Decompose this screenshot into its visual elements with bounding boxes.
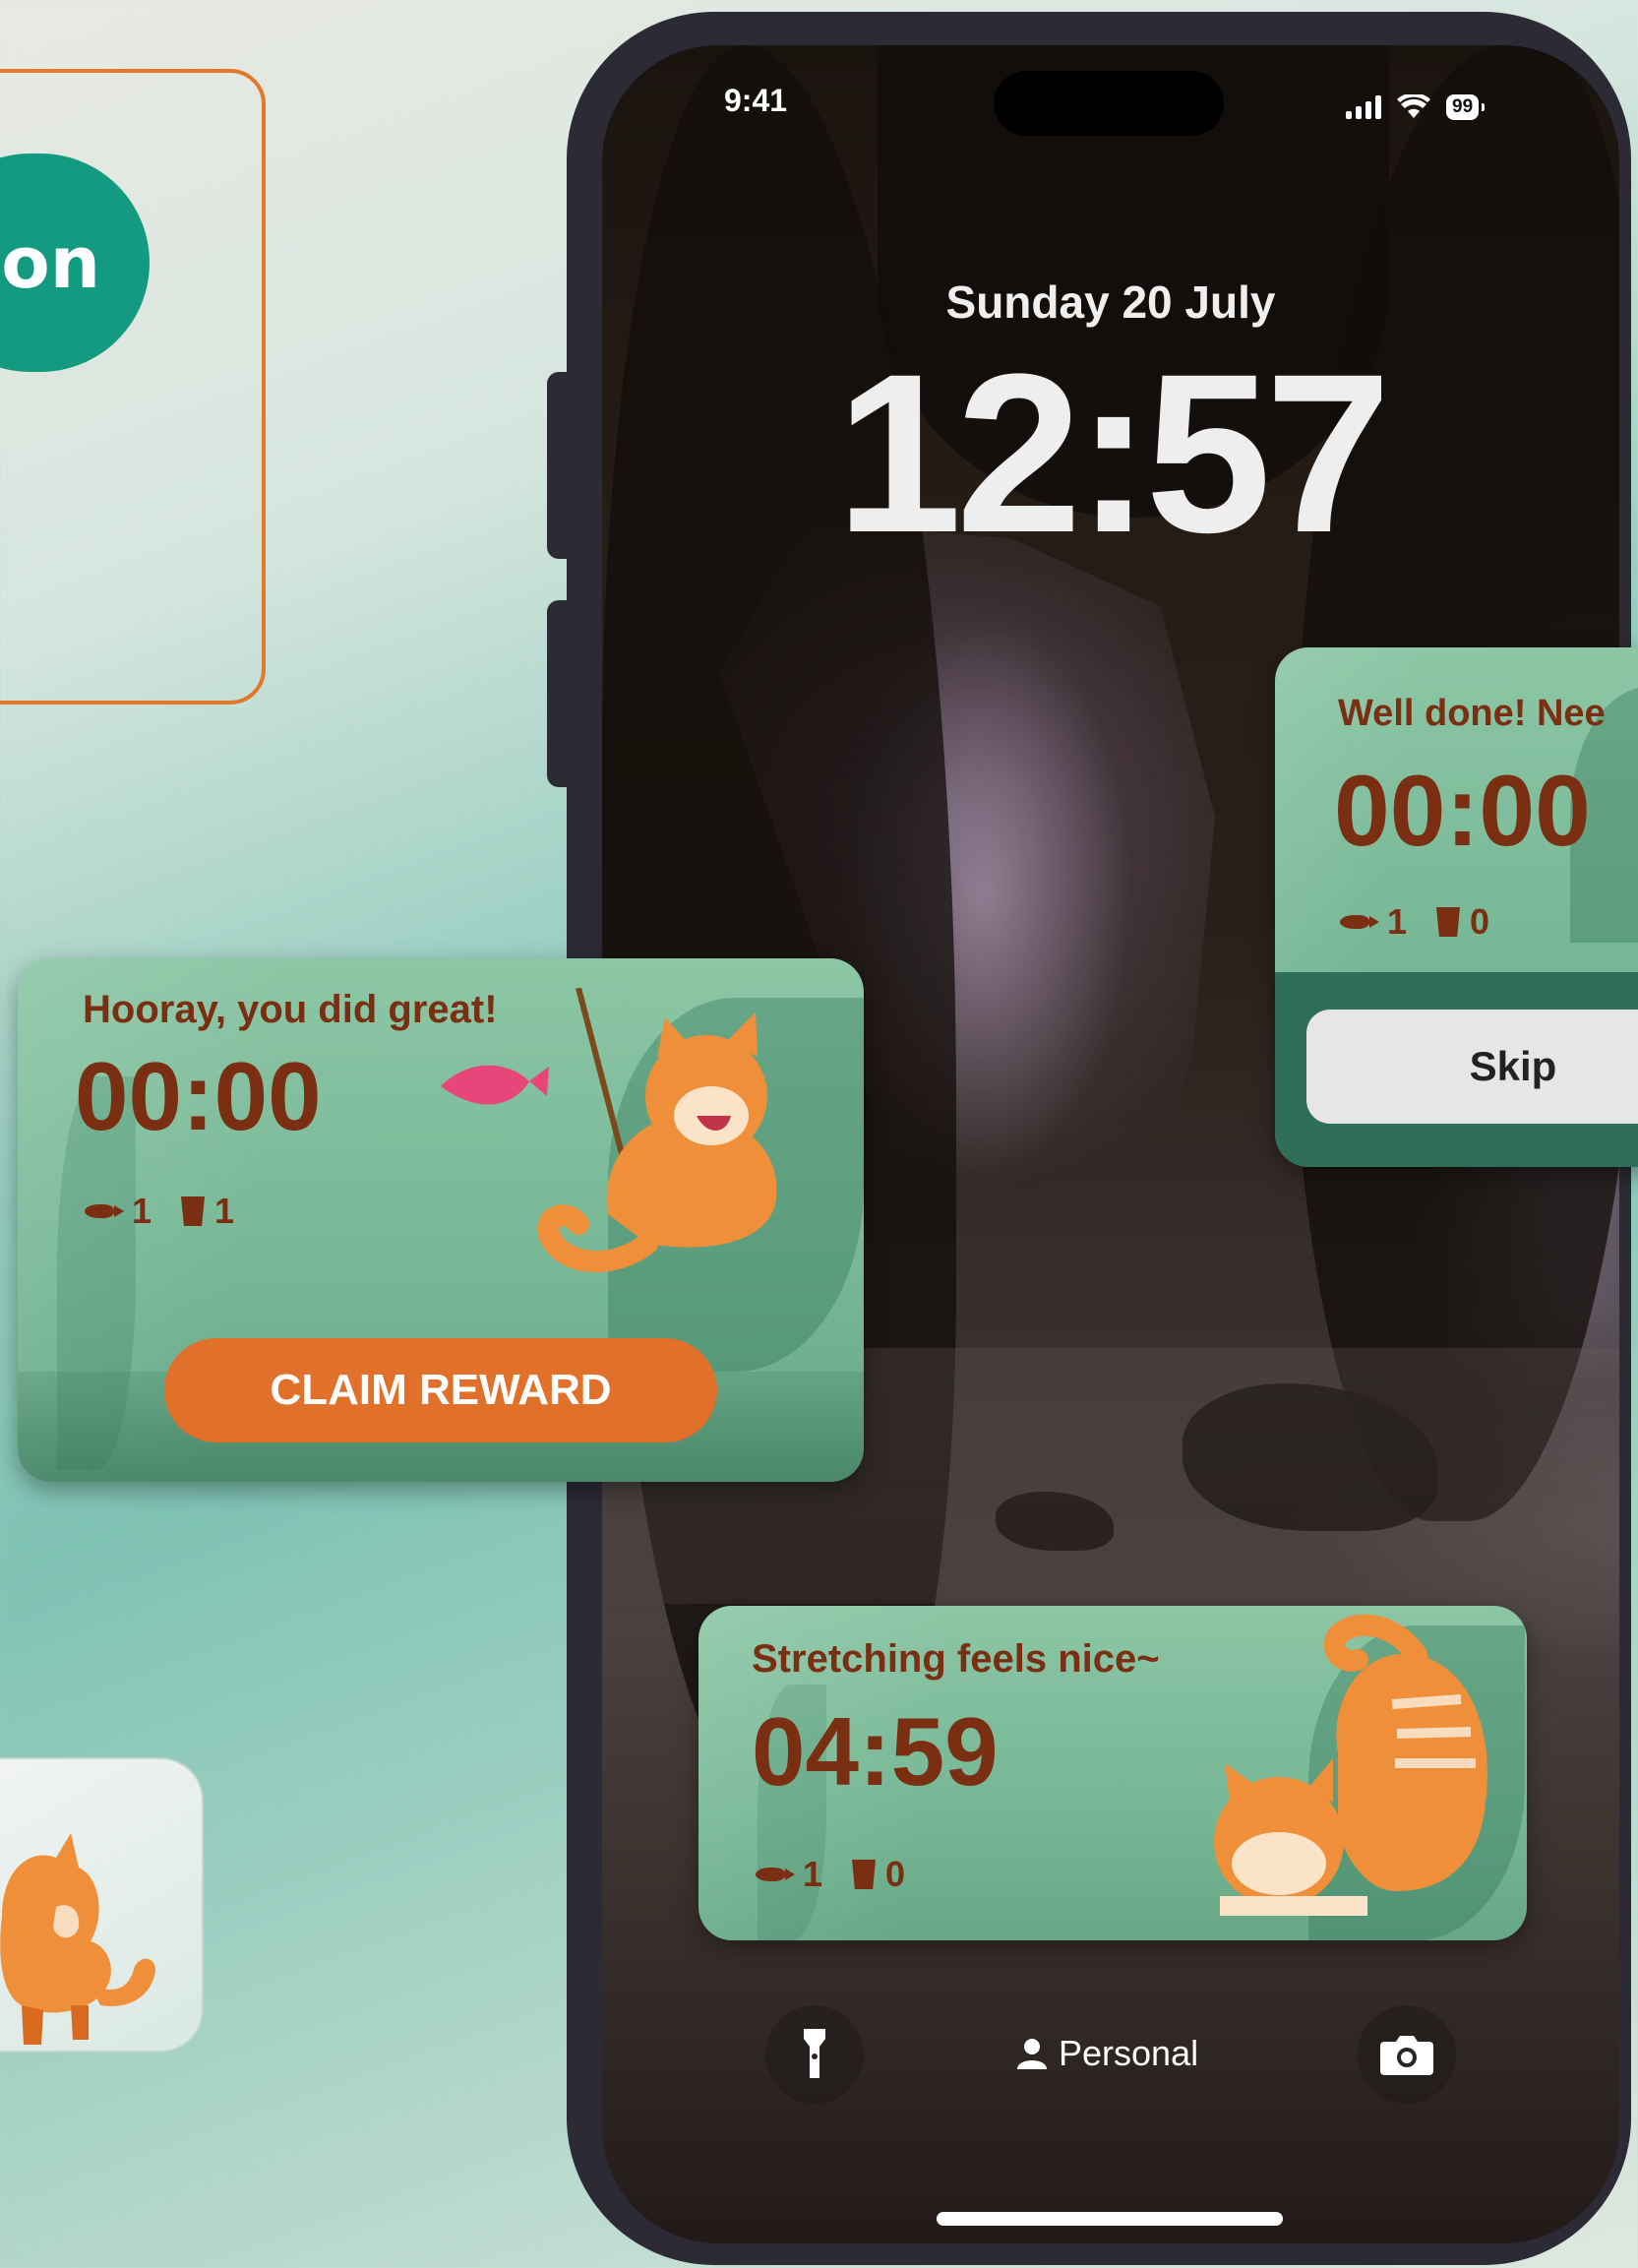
focus-mode-selector[interactable]: Personal (1017, 2033, 1198, 2074)
widget-timer: 00:00 (1334, 755, 1591, 867)
flashlight-icon (804, 2029, 825, 2078)
cup-count: 0 (1470, 901, 1490, 942)
cup-count: 1 (214, 1191, 235, 1231)
lock-clock: 12:57 (835, 327, 1391, 580)
claim-reward-button[interactable]: CLAIM REWARD (164, 1338, 717, 1442)
person-icon (1017, 2039, 1047, 2069)
cup-icon (1436, 907, 1461, 937)
status-icons: 99 (1346, 94, 1486, 120)
widget-stats: 1 1 (85, 1191, 234, 1232)
status-time: 9:41 (724, 83, 788, 118)
widget-timer: 04:59 (752, 1697, 999, 1806)
widget-stats: 1 0 (1340, 901, 1489, 943)
camera-button[interactable] (1358, 2005, 1456, 2104)
widget-well-done[interactable]: Well done! Nee 00:00 1 0 Skip (1275, 647, 1638, 1167)
wifi-icon (1397, 94, 1430, 118)
focus-label: Personal (1059, 2033, 1199, 2073)
cup-icon (181, 1196, 206, 1226)
fish-icon (1340, 915, 1379, 929)
fish-count: 1 (132, 1191, 152, 1231)
dynamic-island (994, 71, 1224, 136)
camera-icon (1380, 2036, 1433, 2075)
fish-icon (756, 1868, 795, 1881)
widget-timer: 00:00 (75, 1042, 322, 1150)
fish-count: 1 (1387, 901, 1408, 942)
battery-icon: 99 (1446, 94, 1486, 120)
flashlight-button[interactable] (765, 2005, 864, 2104)
cat-fishing-illustration (441, 988, 777, 1273)
cup-count: 0 (885, 1854, 906, 1894)
promo-pill-label: on (1, 221, 100, 304)
cup-icon (852, 1860, 877, 1889)
widget-caption: Stretching feels nice~ (752, 1637, 1160, 1681)
cat-stretching-illustration (1214, 1614, 1487, 1916)
widget-stats: 1 0 (756, 1854, 905, 1895)
fish-icon (85, 1204, 124, 1218)
volume-down-button[interactable] (547, 600, 571, 787)
home-indicator[interactable] (937, 2212, 1283, 2226)
fish-count: 1 (803, 1854, 823, 1894)
cat-icon (0, 1833, 155, 2045)
lock-date: Sunday 20 July (945, 276, 1276, 328)
signal-icon (1346, 95, 1381, 119)
volume-up-button[interactable] (547, 372, 571, 559)
widget-caption: Well done! Nee (1338, 693, 1606, 734)
app-icon-tile[interactable] (0, 1757, 204, 2053)
widget-stretching[interactable]: Stretching feels nice~ 04:59 1 0 (698, 1606, 1527, 1940)
skip-button[interactable]: Skip (1306, 1010, 1638, 1124)
